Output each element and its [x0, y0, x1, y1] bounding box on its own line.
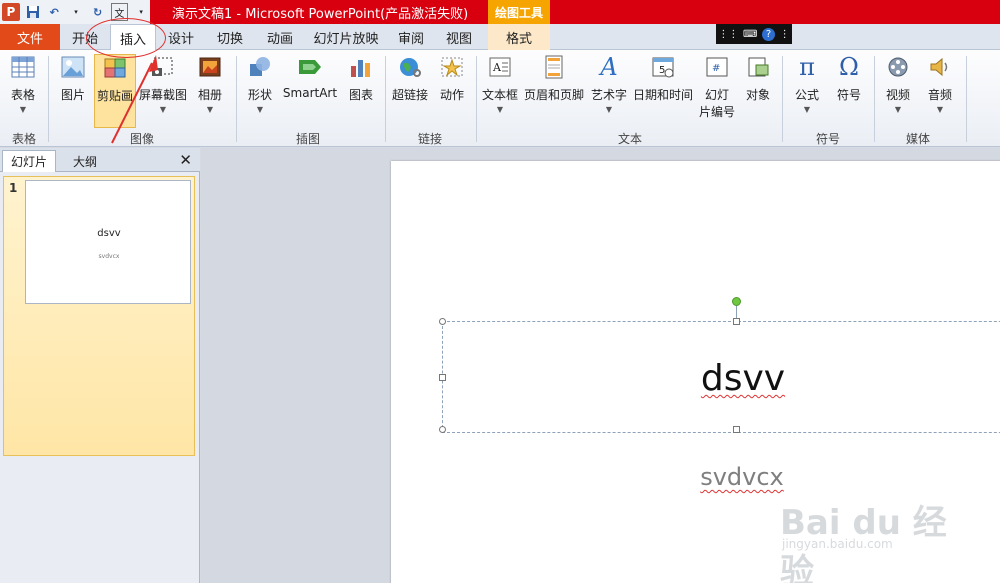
watermark-url: jingyan.baidu.com — [782, 537, 893, 551]
baidu-watermark: Bai du 经验 jingyan.baidu.com — [780, 495, 970, 583]
